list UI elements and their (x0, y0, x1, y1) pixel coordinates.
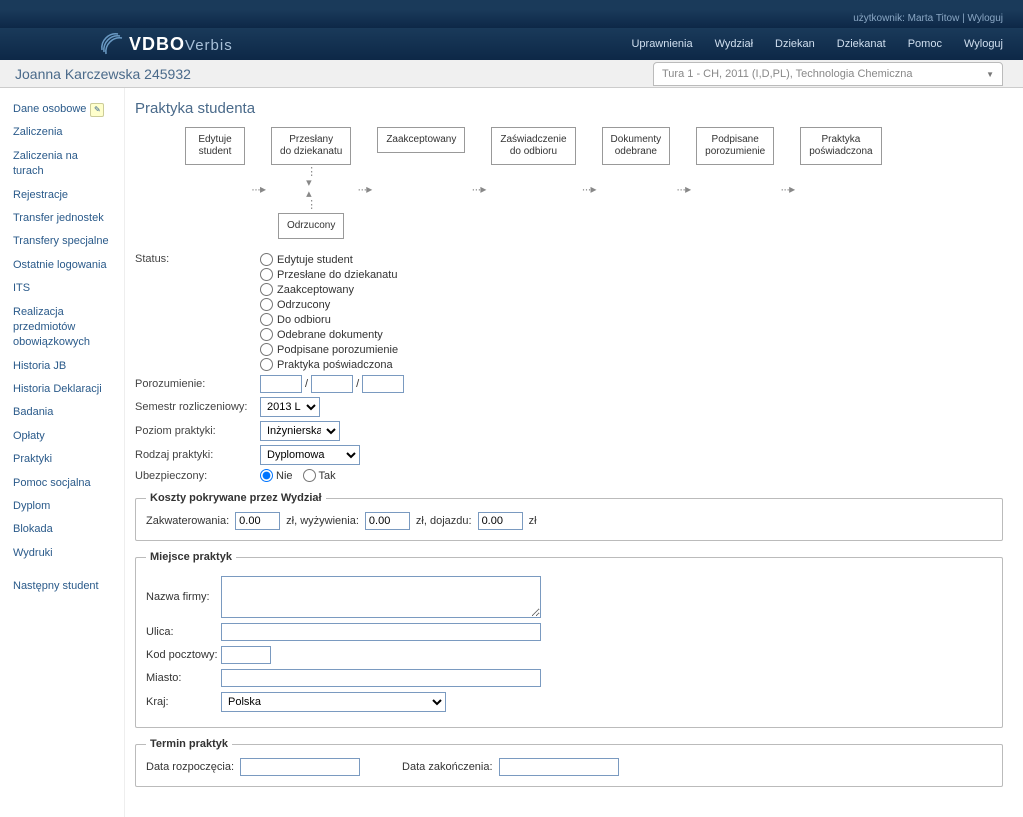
sidebar-historia-deklaracji[interactable]: Historia Deklaracji (5, 378, 119, 401)
miasto-label: Miasto: (146, 672, 221, 684)
poziom-label: Poziom praktyki: (135, 425, 260, 437)
data-rozp-input[interactable] (240, 758, 360, 776)
wyzywienia-input[interactable] (365, 512, 410, 530)
poziom-select[interactable]: Inżynierska (260, 421, 340, 441)
flow-box-dokumenty: Dokumenty odebrane (602, 127, 671, 165)
status-radio-7[interactable] (260, 358, 273, 371)
termin-legend: Termin praktyk (146, 738, 232, 750)
koszty-legend: Koszty pokrywane przez Wydział (146, 492, 326, 504)
flow-box-praktyka: Praktyka poświadczona (800, 127, 881, 165)
student-name: Joanna Karczewska 245932 (15, 66, 191, 82)
logo-icon (100, 32, 124, 56)
sidebar-transfer-jednostek[interactable]: Transfer jednostek (5, 207, 119, 230)
porozumienie-label: Porozumienie: (135, 378, 260, 390)
firma-textarea[interactable] (221, 576, 541, 618)
status-radio-3[interactable] (260, 298, 273, 311)
nav-wydzial[interactable]: Wydział (715, 38, 753, 50)
status-radio-1[interactable] (260, 268, 273, 281)
status-radio-group: Edytuje student Przesłane do dziekanatu … (260, 253, 398, 371)
flow-box-edytuje: Edytuje student (185, 127, 245, 165)
status-radio-4[interactable] (260, 313, 273, 326)
status-flow: Edytuje student ···▸ Przesłany do dzieka… (185, 127, 1003, 239)
sidebar-badania[interactable]: Badania (5, 401, 119, 424)
edit-icon: ✎ (90, 103, 104, 117)
sidebar-realizacja[interactable]: Realizacja przedmiotów obowiązkowych (5, 301, 119, 355)
nav-dziekan[interactable]: Dziekan (775, 38, 815, 50)
sidebar-praktyki[interactable]: Praktyki (5, 448, 119, 471)
dojazdu-label: zł, dojazdu: (416, 515, 472, 527)
rodzaj-select[interactable]: Dyplomowa (260, 445, 360, 465)
sidebar-dane-osobowe[interactable]: Dane osobowe✎ (5, 98, 119, 121)
wyzywienia-label: zł, wyżywienia: (286, 515, 359, 527)
status-radio-0[interactable] (260, 253, 273, 266)
nav-wyloguj[interactable]: Wyloguj (964, 38, 1003, 50)
flow-box-zaakceptowany: Zaakceptowany (377, 127, 465, 153)
flow-box-przeslany: Przesłany do dziekanatu (271, 127, 351, 165)
chevron-down-icon: ▼ (986, 70, 994, 79)
semestr-label: Semestr rozliczeniowy: (135, 401, 260, 413)
sidebar-its[interactable]: ITS (5, 277, 119, 300)
semestr-select[interactable]: 2013 L (260, 397, 320, 417)
main-nav: Uprawnienia Wydział Dziekan Dziekanat Po… (631, 38, 1003, 50)
sidebar-zaliczenia-turach[interactable]: Zaliczenia na turach (5, 145, 119, 184)
ubezp-tak-radio[interactable] (303, 469, 316, 482)
porozumienie-field-2[interactable] (311, 375, 353, 393)
nav-pomoc[interactable]: Pomoc (908, 38, 942, 50)
ulica-input[interactable] (221, 623, 541, 641)
nav-dziekanat[interactable]: Dziekanat (837, 38, 886, 50)
miejsce-fieldset: Miejsce praktyk Nazwa firmy: Ulica: Kod … (135, 551, 1003, 728)
flow-box-podpisane: Podpisane porozumienie (696, 127, 774, 165)
logout-top[interactable]: Wyloguj (968, 13, 1003, 24)
porozumienie-field-3[interactable] (362, 375, 404, 393)
sidebar-rejestracje[interactable]: Rejestracje (5, 184, 119, 207)
sidebar-blokada[interactable]: Blokada (5, 518, 119, 541)
koszty-fieldset: Koszty pokrywane przez Wydział Zakwatero… (135, 492, 1003, 541)
dojazdu-input[interactable] (478, 512, 523, 530)
sidebar-historia-jb[interactable]: Historia JB (5, 355, 119, 378)
flow-box-zaswiadczenie: Zaświadczenie do odbioru (491, 127, 575, 165)
logo: VDBOVerbis (100, 32, 233, 56)
kraj-select[interactable]: Polska (221, 692, 446, 712)
status-radio-5[interactable] (260, 328, 273, 341)
zakwaterowania-label: Zakwaterowania: (146, 515, 229, 527)
nav-uprawnienia[interactable]: Uprawnienia (631, 38, 692, 50)
zl-suffix: zł (529, 515, 537, 527)
user-bar: użytkownik: Marta Titow | Wyloguj (0, 10, 1023, 28)
zakwaterowania-input[interactable] (235, 512, 280, 530)
sidebar-transfery-specjalne[interactable]: Transfery specjalne (5, 230, 119, 253)
sidebar-oplaty[interactable]: Opłaty (5, 425, 119, 448)
data-zak-input[interactable] (499, 758, 619, 776)
status-radio-2[interactable] (260, 283, 273, 296)
sidebar-zaliczenia[interactable]: Zaliczenia (5, 121, 119, 144)
porozumienie-field-1[interactable] (260, 375, 302, 393)
kraj-label: Kraj: (146, 696, 221, 708)
ulica-label: Ulica: (146, 626, 221, 638)
tour-selector[interactable]: Tura 1 - CH, 2011 (I,D,PL), Technologia … (653, 62, 1003, 86)
rodzaj-label: Rodzaj praktyki: (135, 449, 260, 461)
data-zak-label: Data zakończenia: (402, 761, 493, 773)
sidebar-nastepny-student[interactable]: Następny student (5, 575, 119, 598)
firma-label: Nazwa firmy: (146, 591, 221, 603)
kod-label: Kod pocztowy: (146, 649, 221, 661)
user-link[interactable]: Marta Titow (908, 13, 960, 24)
kod-input[interactable] (221, 646, 271, 664)
ubezp-nie-radio[interactable] (260, 469, 273, 482)
ubezp-label: Ubezpieczony: (135, 470, 260, 482)
sidebar-pomoc-socjalna[interactable]: Pomoc socjalna (5, 472, 119, 495)
sidebar: Dane osobowe✎ Zaliczenia Zaliczenia na t… (0, 88, 125, 817)
miejsce-legend: Miejsce praktyk (146, 551, 236, 563)
termin-fieldset: Termin praktyk Data rozpoczęcia: Data za… (135, 738, 1003, 787)
status-label: Status: (135, 253, 260, 265)
miasto-input[interactable] (221, 669, 541, 687)
sidebar-dyplom[interactable]: Dyplom (5, 495, 119, 518)
sidebar-wydruki[interactable]: Wydruki (5, 542, 119, 565)
sidebar-ostatnie-logowania[interactable]: Ostatnie logowania (5, 254, 119, 277)
flow-box-odrzucony: Odrzucony (278, 213, 344, 239)
page-title: Praktyka studenta (135, 100, 1003, 117)
status-radio-6[interactable] (260, 343, 273, 356)
data-rozp-label: Data rozpoczęcia: (146, 761, 234, 773)
